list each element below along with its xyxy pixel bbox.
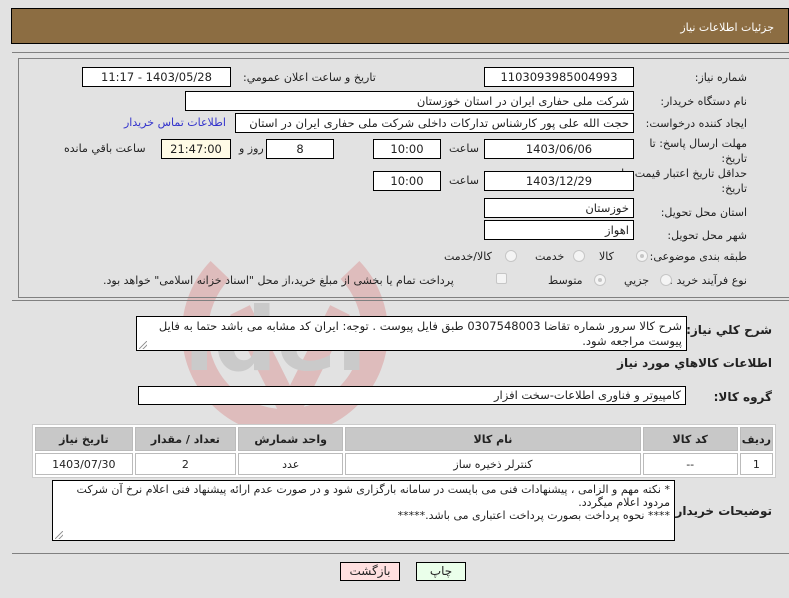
table-row: 1 -- کنترلر ذخیره ساز عدد 2 1403/07/30 — [35, 453, 773, 475]
buyer-notes-line-1: * نکته مهم و الزامی ، پیشنهادات فنی می ب… — [76, 483, 670, 509]
province-label: استان محل تحويل: — [660, 206, 747, 219]
divider — [12, 553, 789, 554]
process-option-medium: متوسط — [548, 274, 583, 287]
cell-row-number: 1 — [739, 453, 773, 475]
col-header-unit: واحد شمارش — [238, 427, 344, 451]
table-header-row: رديف کد کالا نام کالا واحد شمارش تعداد /… — [35, 427, 773, 451]
process-radio-medium[interactable] — [594, 274, 606, 286]
goods-table: رديف کد کالا نام کالا واحد شمارش تعداد /… — [32, 424, 776, 478]
treasury-checkbox-label: پرداخت تمام يا بخشی از مبلغ خريد،از محل … — [103, 274, 454, 287]
cell-goods-code: -- — [642, 453, 738, 475]
print-button[interactable]: چاپ — [416, 562, 466, 581]
time-remaining-field: 21:47:00 — [161, 139, 231, 159]
creator-label: ايجاد کننده درخواست: — [645, 117, 747, 130]
back-button[interactable]: بازگشت — [340, 562, 400, 581]
process-radio-minor[interactable] — [660, 274, 672, 286]
goods-group-label: گروه کالا: — [713, 390, 772, 404]
col-header-row-number: رديف — [739, 427, 773, 451]
announce-label: تاريخ و ساعت اعلان عمومي: — [243, 71, 376, 84]
province-field: خوزستان — [484, 198, 634, 218]
goods-section-title: اطلاعات کالاهاي مورد نياز — [617, 356, 772, 370]
col-header-need-date: تاريخ نياز — [35, 427, 133, 451]
resize-grip-icon[interactable] — [55, 531, 63, 539]
days-remaining-field: 8 — [266, 139, 334, 159]
page-title-bar: جزئيات اطلاعات نياز — [11, 8, 789, 44]
category-label: طبقه بندی موضوعی: — [649, 250, 747, 263]
price-validity-hour-label: ساعت — [449, 174, 479, 187]
goods-group-field: کامپیوتر و فناوری اطلاعات-سخت افزار — [138, 386, 686, 405]
cell-quantity: 2 — [134, 453, 236, 475]
buyer-notes-textarea[interactable]: * نکته مهم و الزامی ، پیشنهادات فنی می ب… — [52, 480, 675, 541]
reply-deadline-label: مهلت ارسال پاسخ: تا — [649, 137, 747, 150]
time-remaining-label: ساعت باقي مانده — [64, 142, 146, 155]
description-label: شرح کلي نياز: — [686, 323, 772, 337]
city-label: شهر محل تحويل: — [667, 229, 747, 242]
buyer-contact-link[interactable]: اطلاعات تماس خريدار — [124, 116, 226, 129]
treasury-checkbox[interactable] — [496, 273, 507, 284]
description-text: شرح کالا سرور شماره تقاضا 0307548003 طبق… — [158, 319, 682, 348]
days-label: روز و — [239, 142, 264, 155]
buyer-org-label: نام دستگاه خريدار: — [660, 95, 747, 108]
process-label: نوع فرآيند خريد : — [669, 274, 747, 287]
city-field: اهواز — [484, 220, 634, 240]
category-radio-goods-service[interactable] — [505, 250, 517, 262]
cell-goods-name: کنترلر ذخیره ساز — [345, 453, 641, 475]
reply-date-field: 1403/06/06 — [484, 139, 634, 159]
category-option-goods-service: کالا/خدمت — [444, 250, 492, 263]
category-radio-goods[interactable] — [636, 250, 648, 262]
col-header-quantity: تعداد / مقدار — [134, 427, 236, 451]
reply-deadline-label-2: تاريخ: — [721, 152, 747, 165]
need-number-label: شماره نياز: — [694, 71, 747, 84]
price-validity-date-field: 1403/12/29 — [484, 171, 634, 191]
announce-datetime-field: 1403/05/28 - 11:17 — [82, 67, 231, 87]
buyer-notes-label: توضيحات خريدار: — [670, 504, 772, 518]
price-validity-label-2: تاريخ: — [721, 182, 747, 195]
resize-grip-icon[interactable] — [139, 341, 147, 349]
price-validity-label: حداقل تاريخ اعتبار قيمت: تا — [621, 167, 747, 180]
reply-time-field: 10:00 — [373, 139, 441, 159]
divider — [12, 300, 789, 301]
buyer-org-field: شرکت ملی حفاری ایران در استان خوزستان — [185, 91, 634, 111]
page-title: جزئيات اطلاعات نياز — [680, 21, 774, 34]
category-radio-service[interactable] — [573, 250, 585, 262]
buyer-notes-line-2: **** نحوه پرداخت بصورت پرداخت اعتباری می… — [397, 509, 670, 522]
description-textarea[interactable]: شرح کالا سرور شماره تقاضا 0307548003 طبق… — [136, 316, 687, 351]
creator-field: حجت الله علی پور کارشناس تدارکات داخلی ش… — [235, 113, 634, 133]
cell-need-date: 1403/07/30 — [35, 453, 133, 475]
reply-hour-label: ساعت — [449, 142, 479, 155]
category-option-service: خدمت — [535, 250, 565, 263]
col-header-goods-name: نام کالا — [345, 427, 641, 451]
cell-unit: عدد — [238, 453, 344, 475]
need-number-field: 1103093985004993 — [484, 67, 634, 87]
category-option-goods: کالا — [599, 250, 614, 263]
process-option-minor: جزيي — [624, 274, 650, 287]
divider — [12, 52, 789, 53]
col-header-goods-code: کد کالا — [642, 427, 738, 451]
price-validity-time-field: 10:00 — [373, 171, 441, 191]
